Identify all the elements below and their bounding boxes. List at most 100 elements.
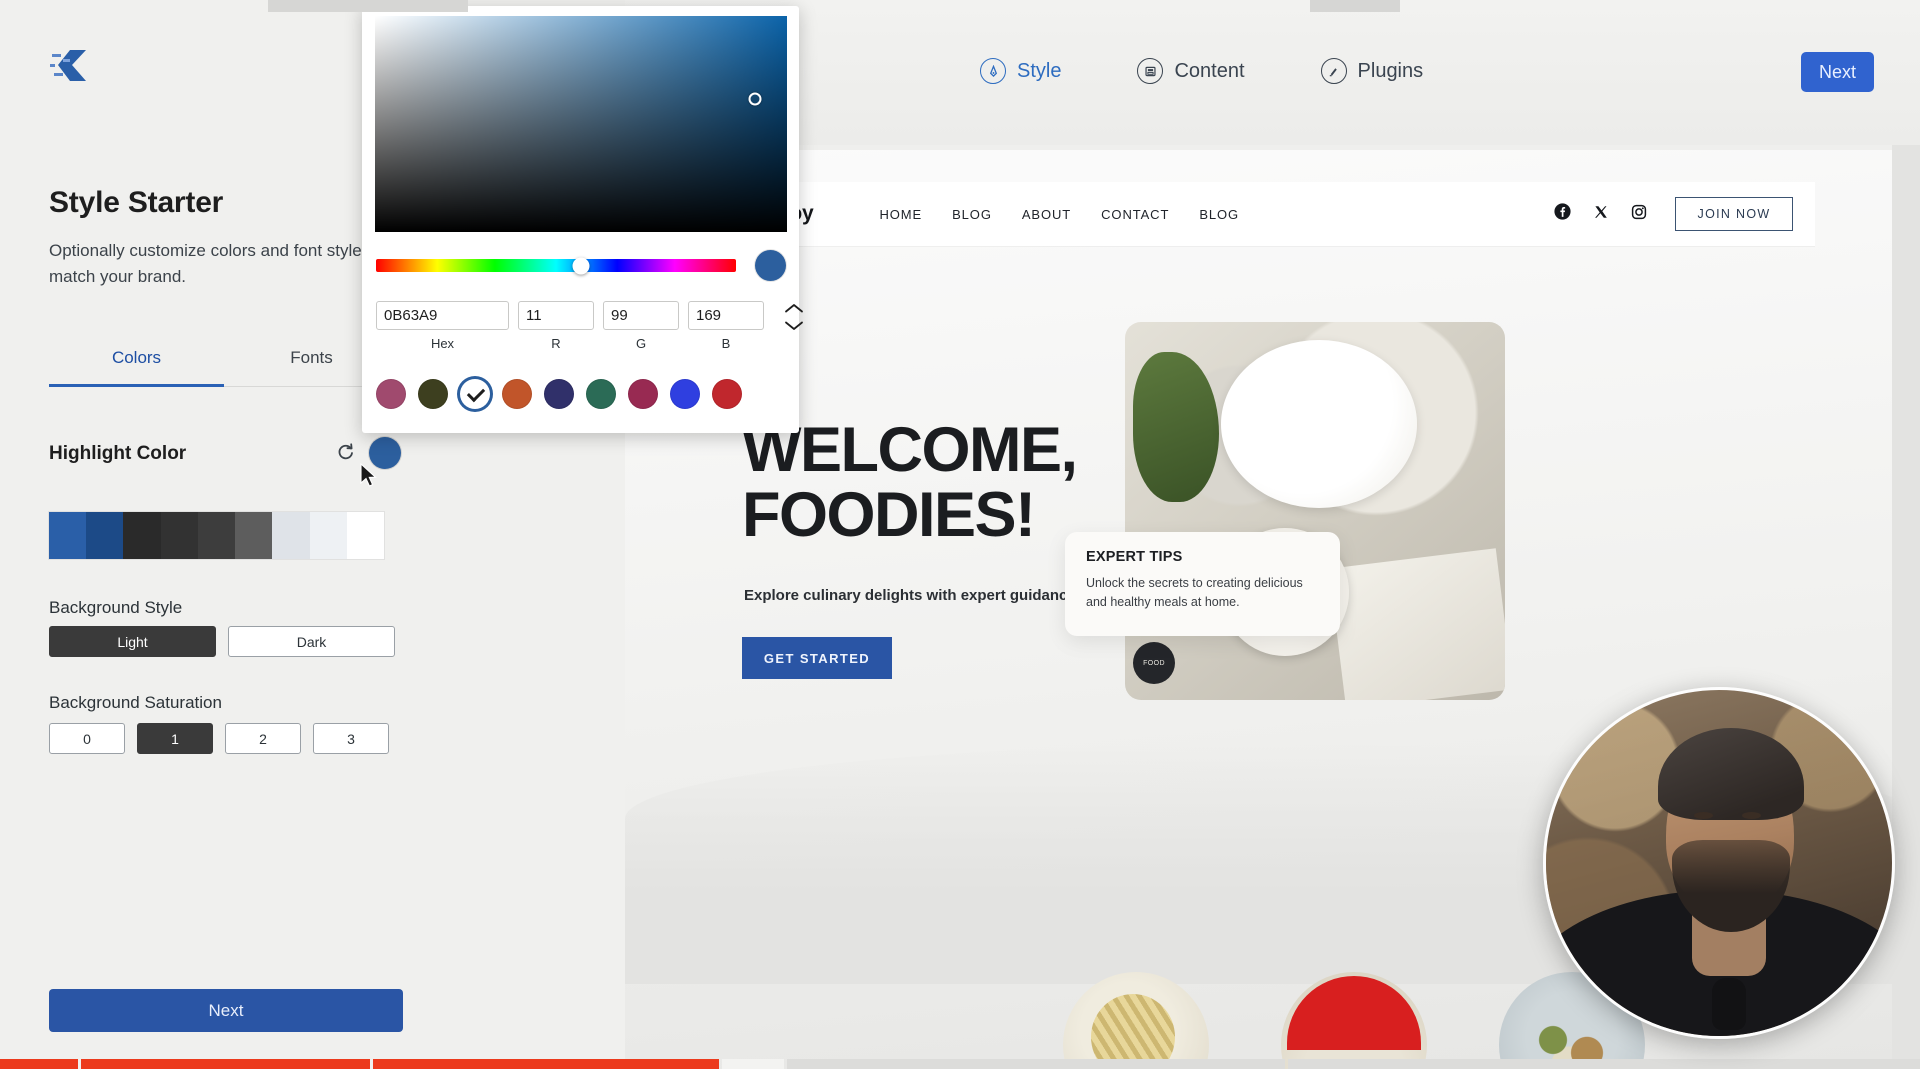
background-saturation-0[interactable]: 0: [49, 723, 125, 754]
progress-segment-1: [80, 1059, 370, 1069]
webcam-overlay: [1543, 687, 1895, 1039]
preview-expert-tips-body: Unlock the secrets to creating delicious…: [1086, 576, 1303, 609]
preview-nav-about[interactable]: ABOUT: [1022, 207, 1071, 222]
facebook-icon[interactable]: [1554, 203, 1571, 225]
nav-tab-style-label: Style: [1017, 59, 1062, 82]
nav-tab-style[interactable]: Style: [980, 58, 1061, 84]
tab-colors[interactable]: Colors: [49, 338, 224, 387]
wizard-next-button[interactable]: Next: [49, 989, 403, 1032]
browser-chrome-fragment-right: [1310, 0, 1400, 12]
x-twitter-icon[interactable]: [1593, 204, 1609, 225]
browser-chrome-fragment-left: [268, 0, 468, 12]
progress-segment-5: [1288, 1059, 1920, 1069]
green-field-group: G: [603, 301, 679, 351]
palette-color-8: [346, 512, 384, 559]
top-next-button[interactable]: Next: [1801, 52, 1874, 92]
mouse-cursor: [360, 463, 377, 487]
hue-row: [376, 250, 813, 281]
background-saturation-3[interactable]: 3: [313, 723, 389, 754]
preview-join-now-button[interactable]: JOIN NOW: [1675, 197, 1793, 231]
background-saturation-options: 0 1 2 3: [49, 723, 389, 754]
progress-segment-4: [787, 1059, 1286, 1069]
palette-color-5: [235, 512, 273, 559]
kadence-logo-icon[interactable]: [50, 48, 96, 84]
wizard-step-nav: Style Content Plugins: [980, 58, 1423, 84]
preset-swatch-7[interactable]: [670, 379, 700, 409]
preset-swatch-6[interactable]: [628, 379, 658, 409]
palette-color-6: [272, 512, 310, 559]
background-style-options: Light Dark: [49, 626, 395, 657]
plug-icon: [1320, 58, 1347, 84]
preview-expert-tips-card: EXPERT TIPS Unlock the secrets to creati…: [1065, 532, 1340, 636]
nav-tab-content[interactable]: Content: [1137, 58, 1245, 84]
photo-notebook-detail: [1328, 548, 1505, 700]
background-saturation-1[interactable]: 1: [137, 723, 213, 754]
preset-swatch-5[interactable]: [586, 379, 616, 409]
preview-hero-photo: FOOD: [1125, 322, 1505, 700]
right-edge-gutter: [1892, 0, 1920, 1069]
preview-hero-title: WELCOME, FOODIES!: [742, 418, 1078, 550]
preset-swatch-0[interactable]: [376, 379, 406, 409]
preset-swatch-1[interactable]: [418, 379, 448, 409]
background-saturation-2[interactable]: 2: [225, 723, 301, 754]
progress-segment-2: [372, 1059, 720, 1069]
page-title: Style Starter: [49, 186, 224, 219]
hue-slider-handle[interactable]: [572, 257, 590, 274]
instagram-icon[interactable]: [1631, 204, 1647, 225]
redo-arrow-icon[interactable]: [335, 441, 357, 463]
color-format-stepper: [783, 301, 805, 332]
progress-segment-3: [722, 1059, 785, 1069]
green-caption: G: [635, 336, 647, 351]
preview-hero-title-line2: FOODIES!: [742, 479, 1036, 550]
photo-salad-detail: [1255, 366, 1377, 476]
photo-herb-detail: [1133, 352, 1219, 502]
red-caption: R: [551, 336, 561, 351]
color-picker-popover: Hex R G B: [362, 6, 803, 433]
preset-swatch-4[interactable]: [544, 379, 574, 409]
red-input[interactable]: [518, 301, 594, 330]
hue-slider[interactable]: [376, 257, 736, 274]
preset-swatch-2[interactable]: [460, 379, 490, 409]
progress-segment-0: [0, 1059, 78, 1069]
preset-swatch-8[interactable]: [712, 379, 742, 409]
document-icon: [1137, 58, 1164, 84]
saturation-handle[interactable]: [748, 92, 761, 106]
food-thumbnail-bowl: [1281, 972, 1427, 1069]
blue-input[interactable]: [688, 301, 764, 330]
preview-site-header: Adam Enfroy HOME BLOG ABOUT CONTACT BLOG: [625, 182, 1815, 246]
color-value-fields: Hex R G B: [376, 301, 803, 351]
preview-nav-blog[interactable]: BLOG: [952, 207, 992, 222]
nav-tab-content-label: Content: [1174, 59, 1245, 82]
preview-nav-blog-2[interactable]: BLOG: [1199, 207, 1239, 222]
video-progress-bar[interactable]: [0, 1059, 1920, 1069]
preview-social-links: [1554, 203, 1647, 225]
preset-swatches: [376, 379, 796, 409]
palette-color-7: [309, 512, 347, 559]
palette-color-0: [49, 512, 87, 559]
hex-caption: Hex: [430, 336, 455, 351]
generated-palette-strip: [49, 512, 384, 559]
hex-field-group: Hex: [376, 301, 509, 351]
food-thumbnail-pasta: [1063, 972, 1209, 1069]
background-style-light[interactable]: Light: [49, 626, 216, 657]
background-saturation-label: Background Saturation: [49, 693, 222, 712]
background-style-dark[interactable]: Dark: [228, 626, 395, 657]
chevron-up-icon[interactable]: [783, 302, 805, 315]
preview-nav-contact[interactable]: CONTACT: [1101, 207, 1169, 222]
blue-caption: B: [721, 336, 731, 351]
background-style-label: Background Style: [49, 598, 183, 617]
saturation-value-area[interactable]: [374, 16, 787, 232]
webcam-microphone: [1712, 978, 1746, 1030]
preview-get-started-button[interactable]: GET STARTED: [742, 637, 892, 679]
photo-plate-detail: [1221, 340, 1417, 508]
webcam-eye-left: [1694, 812, 1713, 819]
palette-color-4: [197, 512, 236, 559]
preset-swatch-3[interactable]: [502, 379, 532, 409]
hex-input[interactable]: [376, 301, 509, 330]
palette-color-3: [160, 512, 198, 559]
green-input[interactable]: [603, 301, 679, 330]
preview-nav-home[interactable]: HOME: [880, 207, 923, 222]
nav-tab-plugins[interactable]: Plugins: [1320, 58, 1423, 84]
chevron-down-icon[interactable]: [783, 319, 805, 332]
current-color-preview: [755, 250, 786, 281]
